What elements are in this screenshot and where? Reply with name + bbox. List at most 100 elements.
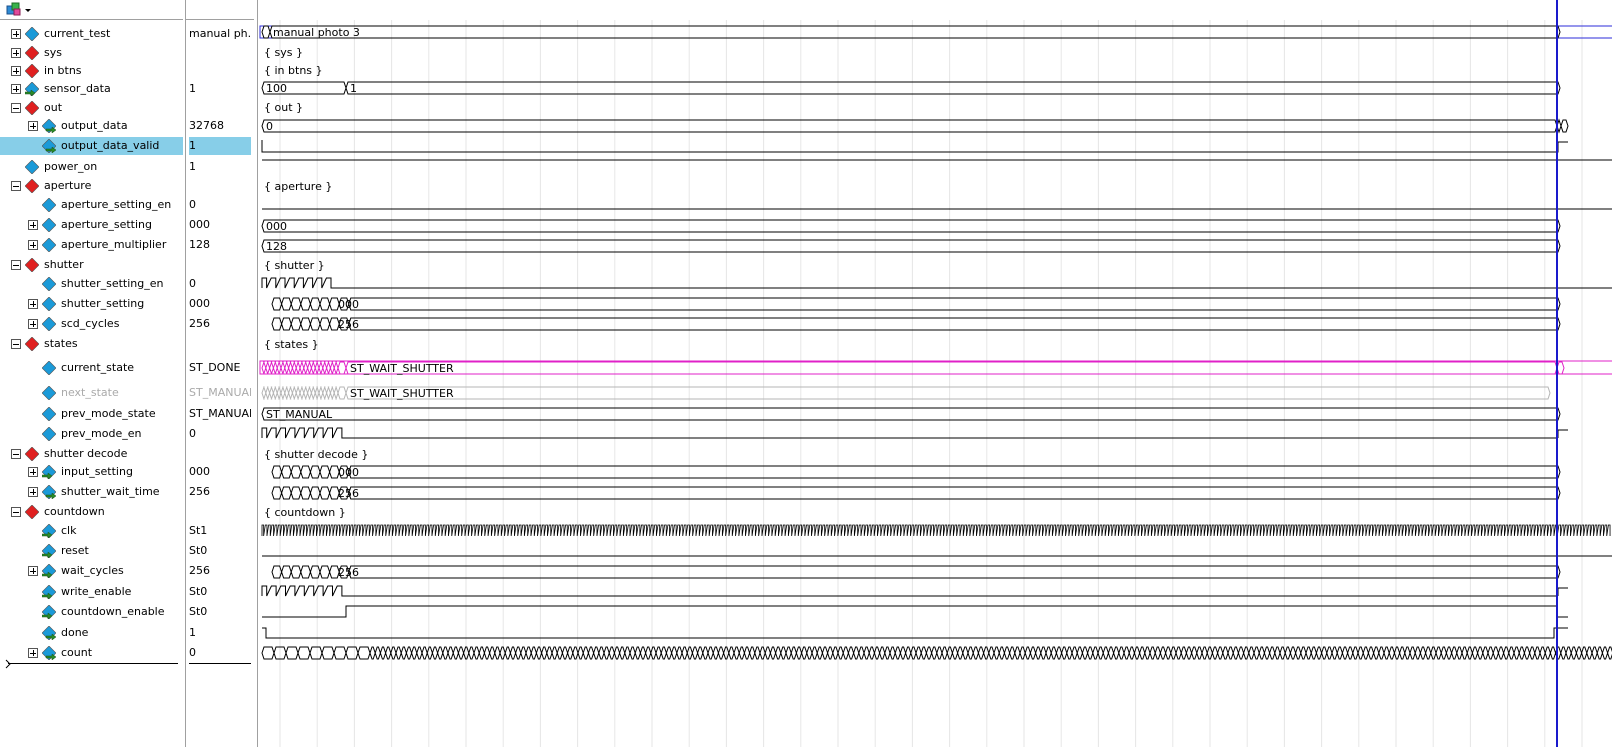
signal-row-reset[interactable]: reset	[0, 542, 183, 560]
expand-icon[interactable]	[11, 29, 21, 39]
expand-icon[interactable]	[28, 487, 38, 497]
out-group-label: { out }	[264, 101, 303, 114]
signal-row-sensor-data[interactable]: sensor_data	[0, 80, 183, 98]
signal-row-aperture[interactable]: aperture	[0, 177, 183, 195]
sensor-data-value-a: 100	[266, 82, 287, 95]
output-data-bus	[261, 118, 1569, 134]
next-state-bus	[345, 386, 1551, 400]
signal-row-aperture-multiplier[interactable]: aperture_multiplier	[0, 236, 183, 254]
signal-row-countdown[interactable]: countdown	[0, 503, 183, 521]
expand-icon[interactable]	[28, 240, 38, 250]
signal-row-clk[interactable]: clk	[0, 522, 183, 540]
current-state-transitions	[261, 361, 347, 375]
signal-name: shutter	[44, 258, 84, 271]
input-setting-value: 000	[338, 466, 359, 479]
done-wave	[262, 627, 1568, 639]
aperture-setting-value: 000	[266, 220, 287, 233]
signal-row-output-data-valid[interactable]: output_data_valid	[0, 137, 183, 155]
signal-row-prev-mode-state[interactable]: prev_mode_state	[0, 405, 183, 423]
signal-row-scd-cycles[interactable]: scd_cycles	[0, 315, 183, 333]
red-diamond-icon	[25, 447, 39, 461]
signal-name: shutter_wait_time	[61, 485, 160, 498]
signal-value: ST_MANUAL	[189, 407, 251, 420]
signal-row-sys[interactable]: sys	[0, 44, 183, 62]
aperture-multiplier-bus	[261, 239, 1561, 253]
signal-row-aperture-setting-en[interactable]: aperture_setting_en	[0, 196, 183, 214]
signal-row-done[interactable]: done	[0, 624, 183, 642]
output-diamond-icon	[42, 485, 56, 499]
signal-row-shutter-setting[interactable]: shutter_setting	[0, 295, 183, 313]
signal-row-in-btns[interactable]: in btns	[0, 62, 183, 80]
red-diamond-icon	[25, 258, 39, 272]
next-state-transitions	[261, 386, 347, 400]
write-enable-wave	[261, 585, 1558, 597]
signal-name: shutter decode	[44, 447, 128, 460]
output-diamond-icon	[42, 139, 56, 153]
signal-name: clk	[61, 524, 77, 537]
count-bus	[261, 646, 1612, 660]
input-diamond-icon	[42, 524, 56, 538]
collapse-icon[interactable]	[11, 181, 21, 191]
signal-name: aperture_setting_en	[61, 198, 172, 211]
signal-row-count[interactable]: count	[0, 644, 183, 662]
signal-row-countdown-enable[interactable]: countdown_enable	[0, 603, 183, 621]
signal-group-icon[interactable]	[5, 2, 33, 17]
expand-icon[interactable]	[28, 319, 38, 329]
expand-icon[interactable]	[28, 220, 38, 230]
expand-icon[interactable]	[28, 648, 38, 658]
expand-icon[interactable]	[28, 121, 38, 131]
signal-row-write-enable[interactable]: write_enable	[0, 583, 183, 601]
signal-value	[189, 335, 251, 353]
signal-row-input-setting[interactable]: input_setting	[0, 463, 183, 481]
scd-cycles-value: 256	[338, 318, 359, 331]
signal-row-shutter[interactable]: shutter	[0, 256, 183, 274]
expand-icon[interactable]	[11, 84, 21, 94]
signal-row-shutter-decode[interactable]: shutter decode	[0, 445, 183, 463]
signal-row-power-on[interactable]: power_on	[0, 158, 183, 176]
signal-name: scd_cycles	[61, 317, 120, 330]
countdown-enable-wave	[262, 605, 1568, 618]
signal-row-states[interactable]: states	[0, 335, 183, 353]
shutter-setting-bus	[271, 297, 1561, 311]
signal-value	[189, 44, 251, 62]
signal-row-output-data[interactable]: output_data	[0, 117, 183, 135]
expand-icon[interactable]	[28, 299, 38, 309]
signal-row-current-state[interactable]: current_state	[0, 359, 183, 377]
input-diamond-icon	[42, 605, 56, 619]
waveform-canvas[interactable]: manual photo 3 { sys } { in btns } { out } {…	[258, 0, 1612, 747]
signal-name: power_on	[44, 160, 98, 173]
signal-row-aperture-setting[interactable]: aperture_setting	[0, 216, 183, 234]
blue-diamond-icon	[42, 277, 56, 291]
collapse-icon[interactable]	[11, 339, 21, 349]
signal-value	[189, 503, 251, 521]
expand-icon[interactable]	[11, 48, 21, 58]
signal-row-wait-cycles[interactable]: wait_cycles	[0, 562, 183, 580]
signal-name: states	[44, 337, 78, 350]
expand-icon[interactable]	[11, 66, 21, 76]
signal-row-out[interactable]: out	[0, 99, 183, 117]
expand-icon[interactable]	[28, 467, 38, 477]
waveform-pane[interactable]: manual photo 3 { sys } { in btns } { out } {…	[257, 0, 1612, 747]
signal-value: St1	[189, 524, 208, 537]
signal-row-next-state[interactable]: next_state	[0, 384, 183, 402]
signal-name: out	[44, 101, 63, 114]
signal-value: 1	[189, 137, 251, 155]
red-diamond-icon	[25, 179, 39, 193]
signal-value: 32768	[189, 119, 224, 132]
signal-value: St0	[189, 585, 208, 598]
red-diamond-icon	[25, 46, 39, 60]
expand-icon[interactable]	[28, 566, 38, 576]
collapse-icon[interactable]	[11, 103, 21, 113]
signal-value: 000	[189, 218, 210, 231]
red-diamond-icon	[25, 337, 39, 351]
aperture-group-label: { aperture }	[264, 180, 332, 193]
collapse-icon[interactable]	[11, 260, 21, 270]
signal-row-shutter-setting-en[interactable]: shutter_setting_en	[0, 275, 183, 293]
collapse-icon[interactable]	[11, 449, 21, 459]
signal-row-shutter-wait-time[interactable]: shutter_wait_time	[0, 483, 183, 501]
signal-row-prev-mode-en[interactable]: prev_mode_en	[0, 425, 183, 443]
collapse-icon[interactable]	[11, 507, 21, 517]
signal-values-pane: manual ph...1327681100001280000256ST_DON…	[185, 0, 254, 747]
signal-row-current-test[interactable]: current_test	[0, 25, 183, 43]
signal-value	[189, 177, 251, 195]
